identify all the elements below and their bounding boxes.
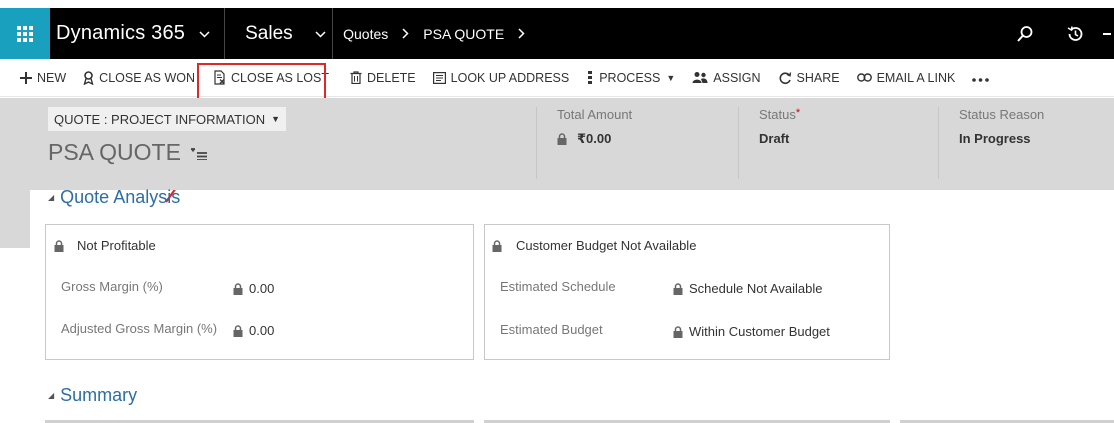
- lock-icon: [233, 282, 243, 295]
- status-reason-value[interactable]: In Progress: [959, 131, 1114, 146]
- record-title: PSA QUOTE: [48, 139, 207, 166]
- form-selector-label: QUOTE : PROJECT INFORMATION: [54, 111, 266, 127]
- lock-icon: [54, 239, 64, 252]
- record-title-text: PSA QUOTE: [48, 139, 181, 165]
- summary-section-toggle[interactable]: ◢ Summary: [48, 385, 137, 406]
- estimated-schedule-value: Schedule Not Available: [689, 281, 823, 296]
- adjusted-gross-margin-value-row: 0.00: [233, 323, 274, 338]
- header-side-strip: [0, 190, 30, 248]
- budget-title-text: Customer Budget Not Available: [516, 238, 697, 253]
- lock-icon: [492, 239, 502, 252]
- adjusted-gross-margin-value: 0.00: [249, 323, 275, 338]
- total-amount-field: Total Amount ₹0.00: [536, 107, 738, 179]
- required-marker: *: [795, 107, 801, 119]
- lock-icon: [673, 325, 683, 338]
- estimated-schedule-value-row: Schedule Not Available: [673, 281, 822, 296]
- quote-analysis-title: Quote Analysis: [60, 187, 181, 207]
- status-value[interactable]: Draft: [759, 131, 940, 146]
- total-amount-value: ₹0.00: [577, 131, 612, 146]
- lock-icon: [233, 324, 243, 337]
- collapse-triangle-icon: ◢: [48, 391, 55, 400]
- lock-icon: [557, 133, 567, 145]
- profitability-title-text: Not Profitable: [77, 238, 156, 253]
- form-selector[interactable]: QUOTE : PROJECT INFORMATION ▼: [48, 107, 287, 131]
- status-reason-field: Status Reason In Progress: [938, 107, 1114, 179]
- gross-margin-value: 0.00: [249, 281, 275, 296]
- status-field: Status* Draft: [738, 107, 940, 179]
- lock-icon: [673, 282, 683, 295]
- estimated-budget-value-row: Within Customer Budget: [673, 324, 830, 339]
- status-label: Status: [759, 107, 796, 122]
- adjusted-gross-margin-label: Adjusted Gross Margin (%): [61, 321, 218, 336]
- status-reason-label: Status Reason: [959, 107, 1045, 122]
- estimated-schedule-label: Estimated Schedule: [500, 279, 616, 294]
- budget-card-title: Customer Budget Not Available: [492, 238, 696, 253]
- profitability-card-title: Not Profitable: [54, 238, 156, 253]
- estimated-budget-value: Within Customer Budget: [689, 324, 830, 339]
- estimated-budget-label: Estimated Budget: [500, 322, 603, 337]
- gross-margin-value-row: 0.00: [233, 281, 274, 296]
- list-menu-icon[interactable]: [190, 139, 207, 166]
- total-amount-label: Total Amount: [557, 107, 633, 122]
- gross-margin-label: Gross Margin (%): [61, 279, 163, 294]
- summary-title: Summary: [60, 385, 138, 405]
- collapse-triangle-icon: ◢: [48, 193, 55, 202]
- caret-down-icon: ▼: [271, 114, 281, 124]
- quote-analysis-section-toggle[interactable]: ◢ Quote Analysis: [48, 187, 180, 208]
- total-amount-value-row: ₹0.00: [557, 131, 738, 147]
- status-label-row: Status*: [759, 107, 940, 122]
